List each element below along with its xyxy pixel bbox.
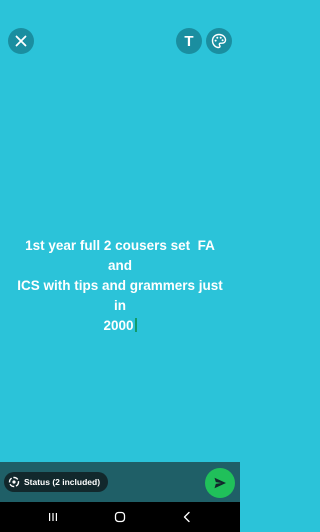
home-icon (114, 511, 126, 523)
send-button[interactable] (205, 468, 235, 498)
close-button[interactable] (8, 28, 34, 54)
close-icon (15, 35, 27, 47)
recent-apps-icon (49, 513, 57, 521)
system-navigation-bar (0, 502, 240, 532)
status-audience-label: Status (2 included) (24, 477, 101, 487)
status-canvas[interactable]: T 1st year full 2 cousers set FA and ICS… (0, 0, 240, 462)
text-cursor (134, 318, 137, 332)
home-button[interactable] (113, 510, 127, 524)
back-icon (183, 511, 190, 523)
status-text-editor[interactable]: 1st year full 2 cousers set FA and ICS w… (14, 236, 226, 336)
back-button[interactable] (180, 510, 194, 524)
status-text: 1st year full 2 cousers set FA and ICS w… (17, 238, 223, 333)
text-tool-button[interactable]: T (176, 28, 202, 54)
color-palette-button[interactable] (206, 28, 232, 54)
bottom-bar: Status (2 included) (0, 462, 240, 502)
palette-icon (211, 33, 227, 49)
recent-apps-button[interactable] (46, 510, 60, 524)
status-ring-icon (8, 476, 20, 488)
text-tool-label: T (184, 32, 194, 50)
status-audience-button[interactable]: Status (2 included) (4, 472, 109, 492)
send-icon (214, 477, 226, 489)
